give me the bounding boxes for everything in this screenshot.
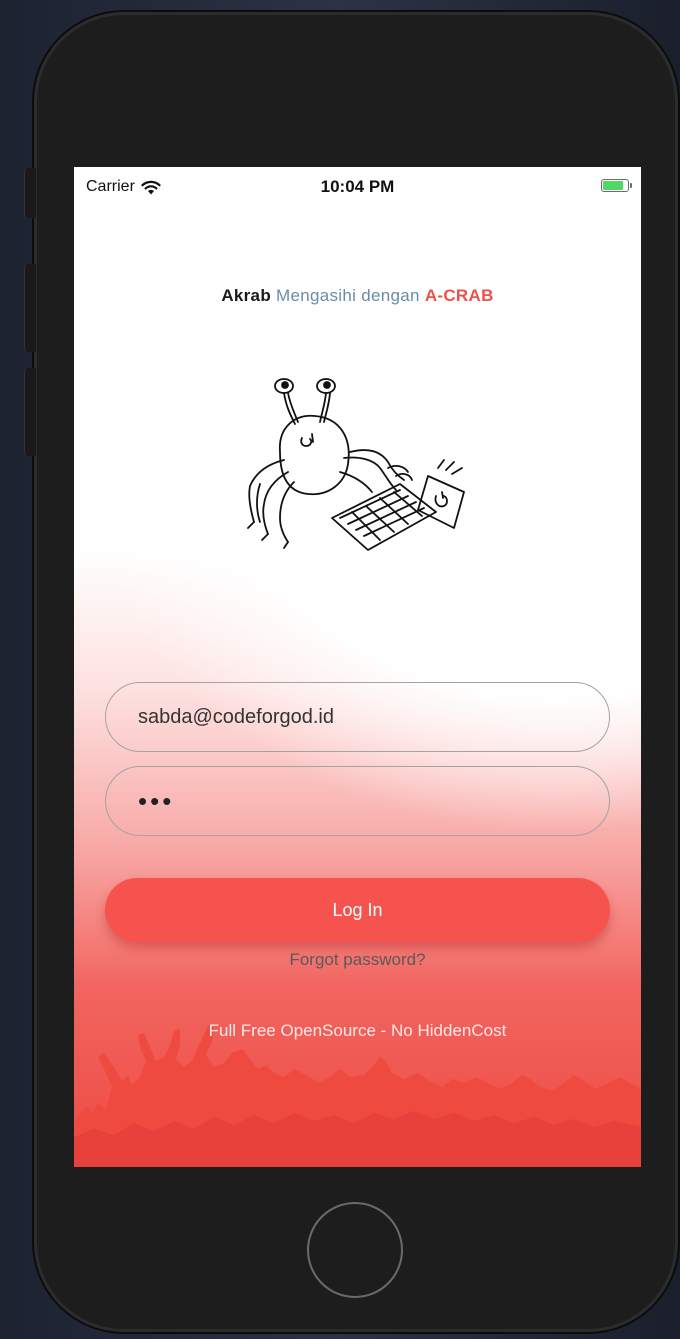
crab-mascot-icon xyxy=(247,378,465,551)
app-headline: Akrab Mengasihi dengan A-CRAB xyxy=(74,286,641,306)
volume-down-button xyxy=(24,368,36,456)
login-button[interactable]: Log In xyxy=(105,878,610,942)
battery-icon xyxy=(601,179,632,192)
battery-level xyxy=(603,181,624,190)
home-button[interactable] xyxy=(307,1202,403,1298)
clock: 10:04 PM xyxy=(320,177,395,196)
headline-mengasihi: Mengasihi dengan xyxy=(276,286,420,305)
password-input[interactable] xyxy=(105,766,610,836)
email-input[interactable] xyxy=(105,682,610,752)
headline-akrab: Akrab xyxy=(221,286,271,305)
volume-up-button xyxy=(24,264,36,352)
app-screen: Carrier 10:04 PM Akrab Mengasihi dengan … xyxy=(74,167,641,1167)
status-bar: Carrier 10:04 PM xyxy=(74,167,641,207)
forgot-password-link[interactable]: Forgot password? xyxy=(74,950,641,970)
silent-switch xyxy=(24,168,36,218)
headline-acrab: A-CRAB xyxy=(424,286,494,305)
tagline-text: Full Free OpenSource - No HiddenCost xyxy=(208,1021,507,1040)
